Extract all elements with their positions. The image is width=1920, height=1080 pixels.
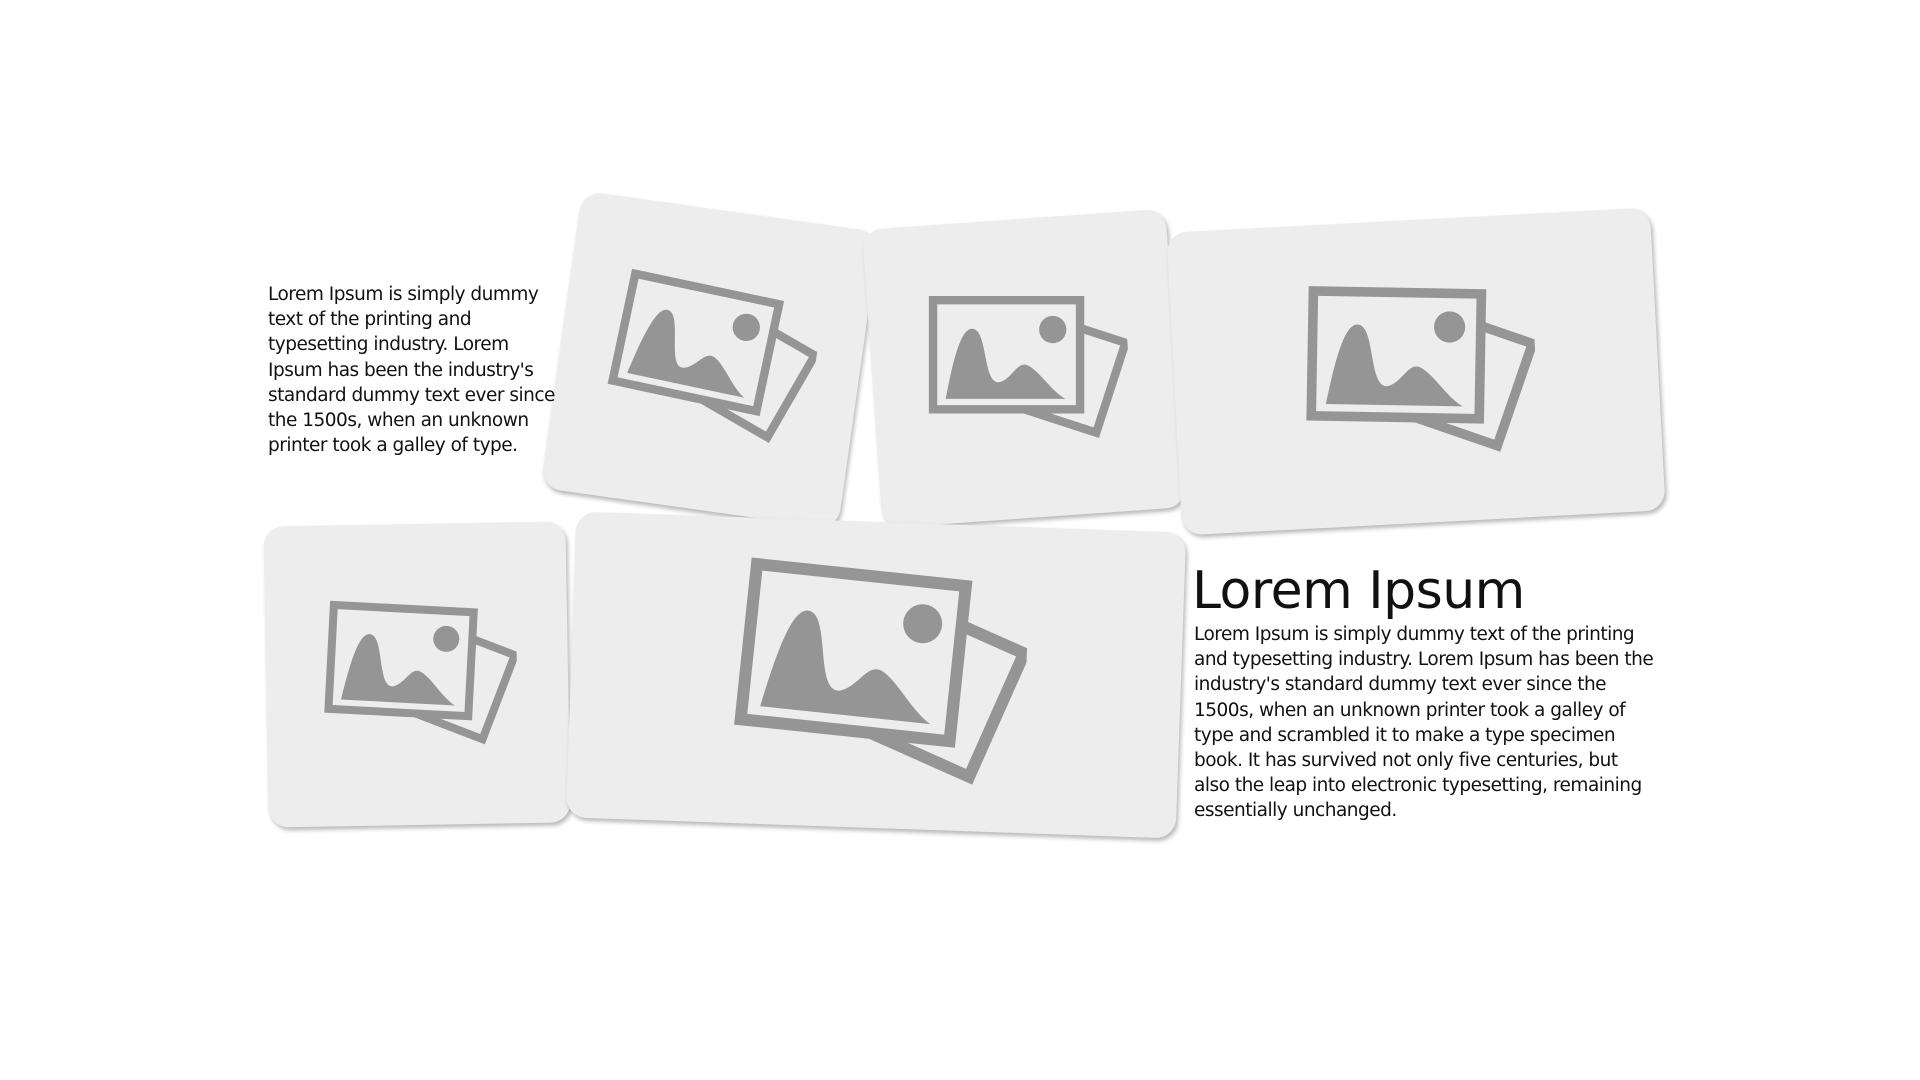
- image-placeholder-1[interactable]: [540, 190, 880, 530]
- image-placeholder-5[interactable]: [565, 511, 1187, 839]
- image-placeholder-2[interactable]: [861, 208, 1187, 529]
- slide: Lorem Ipsum is simply dummy text of the …: [0, 0, 1920, 1080]
- image-placeholder-icon: [607, 268, 821, 444]
- right-body-text: Lorem Ipsum is simply dummy text of the …: [1194, 624, 1654, 822]
- right-title: Lorem Ipsum: [1192, 561, 1525, 621]
- image-placeholder-icon: [1306, 286, 1539, 452]
- image-placeholder-3[interactable]: [1166, 207, 1666, 536]
- left-body-text: Lorem Ipsum is simply dummy text of the …: [268, 284, 555, 457]
- image-placeholder-icon: [928, 295, 1131, 438]
- image-placeholder-icon: [734, 556, 1031, 785]
- image-placeholder-icon: [324, 600, 519, 744]
- image-placeholder-4[interactable]: [263, 521, 571, 828]
